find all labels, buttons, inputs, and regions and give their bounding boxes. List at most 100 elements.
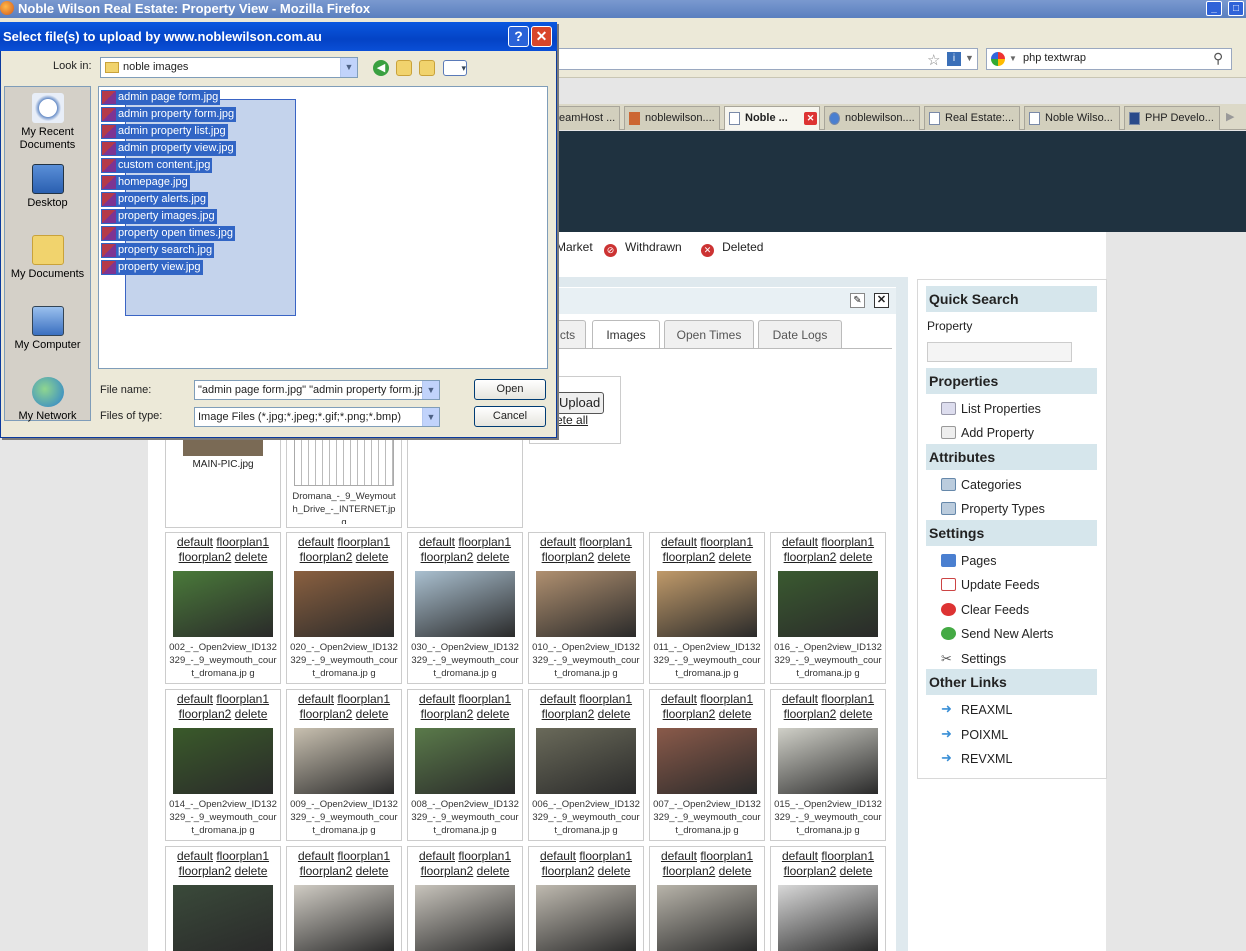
default-link[interactable]: default [661,535,697,549]
floorplan2-link[interactable]: floorplan2 [179,707,232,721]
default-link[interactable]: default [540,692,576,706]
floorplan1-link[interactable]: floorplan1 [700,535,753,549]
default-link[interactable]: default [177,535,213,549]
default-link[interactable]: default [782,849,818,863]
floorplan2-link[interactable]: floorplan2 [179,550,232,564]
delete-link[interactable]: delete [477,550,510,564]
poixml-link[interactable]: ➜ POIXML [941,727,1008,743]
floorplan1-link[interactable]: floorplan1 [579,535,632,549]
delete-link[interactable]: delete [356,864,389,878]
default-link[interactable]: default [661,692,697,706]
floorplan1-link[interactable]: floorplan1 [216,535,269,549]
clear-feeds-link[interactable]: Clear Feeds [941,602,1029,618]
delete-link[interactable]: delete [235,864,268,878]
default-link[interactable]: default [782,692,818,706]
floorplan2-link[interactable]: floorplan2 [421,550,474,564]
url-dropdown-icon[interactable]: ▼ [965,53,974,63]
up-folder-icon[interactable] [396,60,412,76]
floorplan2-link[interactable]: floorplan2 [542,707,595,721]
place-my-documents[interactable]: My Documents [4,235,91,281]
file-item[interactable]: homepage.jpg [101,175,190,190]
floorplan2-link[interactable]: floorplan2 [663,707,716,721]
file-item[interactable]: property images.jpg [101,209,217,224]
default-link[interactable]: default [419,849,455,863]
delete-link[interactable]: delete [235,707,268,721]
place-desktop[interactable]: Desktop [4,164,91,210]
floorplan2-link[interactable]: floorplan2 [179,864,232,878]
open-button[interactable]: Open [474,379,546,400]
revxml-link[interactable]: ➜ REVXML [941,751,1012,767]
floorplan1-link[interactable]: floorplan1 [821,692,874,706]
tab-0[interactable]: eamHost ... [556,106,620,130]
google-icon[interactable] [991,52,1005,66]
search-bar[interactable]: ▼ php textwrap ⚲ [986,48,1232,70]
delete-link[interactable]: delete [840,707,873,721]
default-link[interactable]: default [782,535,818,549]
floorplan2-link[interactable]: floorplan2 [421,707,474,721]
default-link[interactable]: default [177,692,213,706]
look-in-dropdown[interactable]: noble images ▼ [100,57,358,78]
floorplan2-link[interactable]: floorplan2 [300,707,353,721]
tab-3[interactable]: noblewilson.... [824,106,920,130]
tab-5[interactable]: Noble Wilso... [1024,106,1120,130]
floorplan1-link[interactable]: floorplan1 [821,535,874,549]
send-new-alerts-link[interactable]: Send New Alerts [941,626,1053,642]
tab-2[interactable]: Noble ... ✕ [724,106,820,130]
delete-link[interactable]: delete [598,707,631,721]
search-go-icon[interactable]: ⚲ [1213,50,1223,67]
minimize-button[interactable]: _ [1206,1,1222,16]
add-property-link[interactable]: Add Property [941,425,1034,441]
floorplan2-link[interactable]: floorplan2 [300,550,353,564]
floorplan2-link[interactable]: floorplan2 [300,864,353,878]
delete-link[interactable]: delete [840,550,873,564]
default-link[interactable]: default [298,849,334,863]
upload-button[interactable]: Upload [556,392,604,414]
back-icon[interactable]: ◀ [373,60,389,76]
file-item[interactable]: property view.jpg [101,260,203,275]
tab-6[interactable]: PHP Develo... [1124,106,1220,130]
file-item[interactable]: admin page form.jpg [101,90,221,105]
restore-button[interactable]: □ [1228,1,1244,16]
place-my-computer[interactable]: My Computer [4,306,91,352]
close-icon[interactable]: ✕ [874,293,889,308]
tab-date-logs[interactable]: Date Logs [758,320,842,348]
place-my-network[interactable]: My Network [4,377,91,423]
default-link[interactable]: default [177,849,213,863]
file-item[interactable]: property open times.jpg [101,226,235,241]
file-item[interactable]: admin property list.jpg [101,124,228,139]
delete-link[interactable]: delete [719,550,752,564]
chevron-down-icon[interactable]: ▼ [422,408,439,426]
delete-link[interactable]: delete [719,864,752,878]
close-tab-icon[interactable]: ✕ [804,112,817,125]
default-link[interactable]: default [298,535,334,549]
settings-link[interactable]: ✂ Settings [941,651,1006,667]
delete-link[interactable]: delete [719,707,752,721]
default-link[interactable]: default [661,849,697,863]
floorplan1-link[interactable]: floorplan1 [337,692,390,706]
chevron-down-icon[interactable]: ▼ [340,58,357,77]
place-recent-documents[interactable]: My Recent Documents [4,93,91,152]
dialog-close-button[interactable]: ✕ [531,26,552,47]
floorplan1-link[interactable]: floorplan1 [700,849,753,863]
list-properties-link[interactable]: List Properties [941,401,1041,417]
delete-link[interactable]: delete [598,550,631,564]
file-item[interactable]: admin property view.jpg [101,141,236,156]
property-search-input[interactable] [927,342,1072,362]
edit-icon[interactable]: ✎ [850,293,865,308]
categories-link[interactable]: Categories [941,477,1021,493]
default-link[interactable]: default [298,692,334,706]
floorplan2-link[interactable]: floorplan2 [663,550,716,564]
site-info-icon[interactable]: i [947,52,961,66]
update-feeds-link[interactable]: Update Feeds [941,577,1040,593]
floorplan1-link[interactable]: floorplan1 [458,535,511,549]
floorplan1-link[interactable]: floorplan1 [458,692,511,706]
new-folder-icon[interactable] [419,60,435,76]
reaxml-link[interactable]: ➜ REAXML [941,702,1012,718]
floorplan1-link[interactable]: floorplan1 [337,535,390,549]
engine-dropdown-icon[interactable]: ▼ [1009,54,1017,63]
pages-link[interactable]: Pages [941,553,996,569]
tab-4[interactable]: Real Estate:... [924,106,1020,130]
delete-link[interactable]: delete [477,864,510,878]
floorplan2-link[interactable]: floorplan2 [421,864,474,878]
delete-link[interactable]: delete [840,864,873,878]
